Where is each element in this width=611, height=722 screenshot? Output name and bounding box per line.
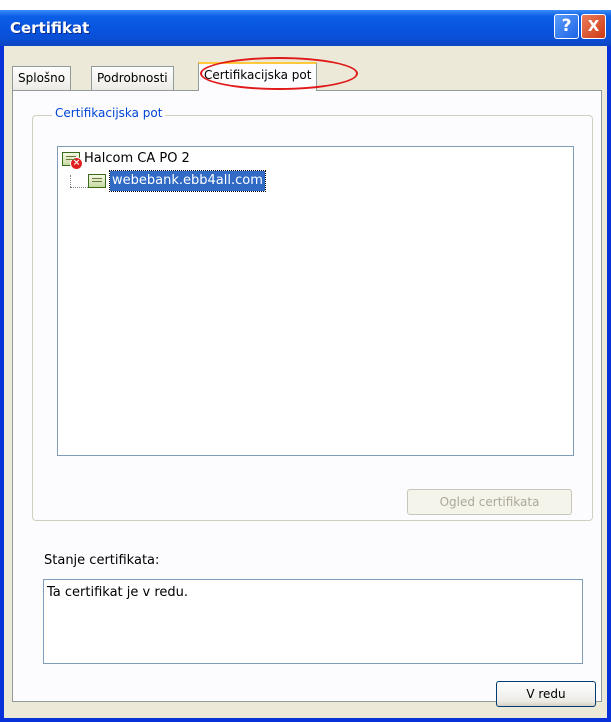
view-certificate-button[interactable]: Ogled certifikata <box>407 489 572 515</box>
error-badge-icon: × <box>70 157 83 170</box>
status-text: Ta certifikat je v redu. <box>47 585 189 600</box>
background-strip <box>0 0 611 10</box>
tree-item-label: webebank.ebb4all.com <box>109 170 266 192</box>
dialog-client-area: Splošno Podrobnosti Certifikacijska pot … <box>4 46 607 718</box>
help-button[interactable]: ? <box>554 14 579 39</box>
status-label: Stanje certifikata: <box>44 553 160 568</box>
tab-certification-path[interactable]: Certifikacijska pot <box>198 62 318 91</box>
tree-item-label: Halcom CA PO 2 <box>84 151 190 166</box>
certificate-error-icon: × <box>62 152 83 170</box>
certificate-icon <box>88 174 106 188</box>
button-label: Ogled certifikata <box>439 495 540 509</box>
tab-label: Splošno <box>18 71 66 85</box>
certificate-dialog: Certifikat ? X Splošno Podrobnosti Certi… <box>0 10 611 722</box>
tree-connector <box>70 175 71 187</box>
title-bar[interactable]: Certifikat ? X <box>0 10 611 46</box>
tab-label: Certifikacijska pot <box>204 68 312 82</box>
certificate-tree[interactable]: × Halcom CA PO 2 webebank.ebb4all.com <box>57 146 574 456</box>
tab-label: Podrobnosti <box>97 71 168 85</box>
window-title: Certifikat <box>10 19 90 37</box>
ok-button[interactable]: V redu <box>496 681 596 707</box>
group-label: Certifikacijska pot <box>52 106 166 120</box>
close-button[interactable]: X <box>581 14 606 39</box>
certificate-status-box[interactable]: Ta certifikat je v redu. <box>43 579 583 664</box>
tab-general[interactable]: Splošno <box>12 66 72 90</box>
tab-details[interactable]: Podrobnosti <box>91 66 174 90</box>
tree-connector <box>70 187 88 188</box>
button-label: V redu <box>526 687 566 701</box>
